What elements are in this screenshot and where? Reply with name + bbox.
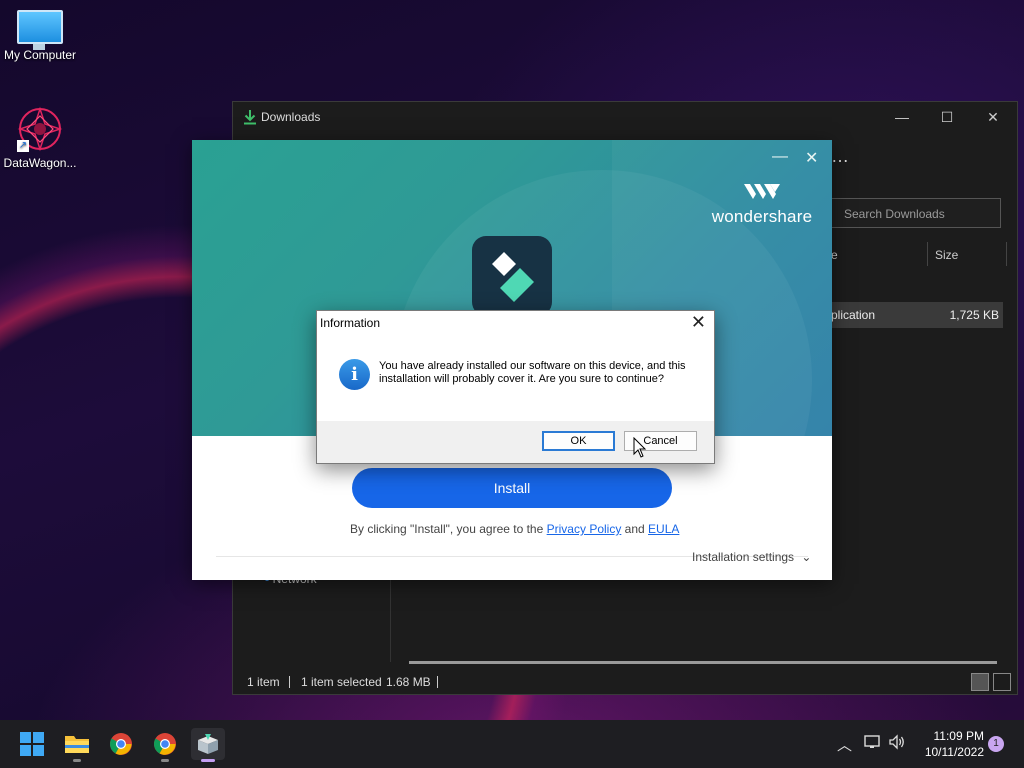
- tiles-view-button[interactable]: [993, 673, 1011, 691]
- desktop-icon-label: My Computer: [3, 48, 77, 62]
- taskbar-clock[interactable]: 11:09 PM 10/11/2022: [912, 728, 984, 760]
- file-row[interactable]: plication 1,725 KB: [831, 302, 1003, 328]
- running-indicator: [73, 759, 81, 762]
- computer-icon: [17, 10, 63, 50]
- shortcut-arrow-icon: ↗: [17, 140, 29, 152]
- status-bar: 1 item 1 item selected 1.68 MB: [233, 670, 1017, 694]
- desktop-icon-datawagon[interactable]: ↗ DataWagon...: [0, 106, 80, 170]
- taskbar-file-explorer[interactable]: [60, 728, 94, 762]
- notification-badge[interactable]: 1: [988, 736, 1004, 752]
- install-button[interactable]: Install: [352, 468, 672, 508]
- filmora-app-icon: [472, 236, 552, 316]
- file-type: plication: [831, 308, 876, 322]
- clock-date: 10/11/2022: [924, 745, 984, 759]
- wondershare-mark-icon: [744, 184, 780, 199]
- agreement-prefix: By clicking "Install", you agree to the: [350, 522, 544, 536]
- clock-time: 11:09 PM: [933, 729, 984, 743]
- status-selected: 1 item selected: [301, 675, 382, 689]
- information-dialog: Information ✕ i You have already install…: [316, 310, 715, 464]
- agreement-text: By clicking "Install", you agree to the …: [350, 522, 679, 536]
- ok-button[interactable]: OK: [542, 431, 615, 451]
- installer-minimize-button[interactable]: —: [772, 148, 788, 166]
- status-item-count: 1 item: [247, 675, 280, 689]
- desktop-icon-label: DataWagon...: [3, 156, 77, 170]
- column-divider: [927, 242, 928, 266]
- start-button[interactable]: [15, 728, 49, 760]
- details-view-button[interactable]: [971, 673, 989, 691]
- downloads-titlebar[interactable]: Downloads — ☐ ✕: [233, 102, 1017, 132]
- chevron-down-icon: ⌄: [801, 550, 812, 564]
- network-status-icon[interactable]: [864, 734, 880, 754]
- more-options-icon[interactable]: …: [831, 146, 849, 167]
- installation-settings-label: Installation settings: [692, 550, 795, 564]
- installation-settings-toggle[interactable]: Installation settings ⌄: [692, 550, 811, 564]
- file-size: 1,725 KB: [949, 308, 999, 322]
- installer-close-button[interactable]: ✕: [805, 148, 818, 168]
- status-separator: [437, 676, 438, 688]
- info-icon: i: [339, 359, 370, 390]
- taskbar-installer[interactable]: [191, 728, 225, 762]
- column-size[interactable]: Size: [935, 248, 958, 262]
- show-hidden-icons-chevron-up-icon[interactable]: ︿: [837, 734, 852, 755]
- horizontal-scrollbar[interactable]: [409, 661, 997, 664]
- wondershare-logo: wondershare: [710, 182, 814, 227]
- dialog-close-button[interactable]: ✕: [691, 312, 706, 333]
- taskbar-chrome-2[interactable]: [148, 728, 182, 762]
- running-indicator: [161, 759, 169, 762]
- volume-icon[interactable]: [888, 734, 906, 754]
- agreement-and: and: [624, 522, 645, 536]
- privacy-policy-link[interactable]: Privacy Policy: [547, 522, 622, 536]
- chrome-icon: [154, 733, 176, 755]
- dialog-footer: OK Cancel: [317, 421, 714, 463]
- dialog-message: You have already installed our software …: [379, 360, 686, 385]
- dialog-title: Information: [320, 316, 381, 330]
- column-type[interactable]: e: [831, 248, 838, 262]
- close-button[interactable]: ✕: [976, 106, 1010, 128]
- brand-name: wondershare: [711, 207, 813, 226]
- running-indicator: [201, 759, 215, 762]
- mouse-cursor-icon: [633, 436, 647, 462]
- chrome-icon: [110, 733, 132, 755]
- installer-box-icon: [198, 734, 218, 754]
- windows-start-icon: [20, 732, 44, 756]
- column-divider: [1006, 242, 1007, 266]
- download-icon: [243, 109, 257, 128]
- status-size: 1.68 MB: [386, 675, 431, 689]
- taskbar-chrome[interactable]: [104, 728, 138, 760]
- search-input[interactable]: Search Downloads: [831, 198, 1001, 228]
- maximize-button[interactable]: ☐: [930, 106, 964, 128]
- window-title: Downloads: [261, 110, 321, 124]
- desktop-icon-my-computer[interactable]: My Computer: [0, 10, 80, 62]
- status-separator: [289, 676, 290, 688]
- taskbar: ︿ 11:09 PM 10/11/2022: [0, 720, 1024, 768]
- minimize-button[interactable]: —: [885, 106, 919, 128]
- eula-link[interactable]: EULA: [648, 522, 679, 536]
- folder-icon: [65, 736, 89, 753]
- datawagon-icon: ↗: [17, 106, 63, 152]
